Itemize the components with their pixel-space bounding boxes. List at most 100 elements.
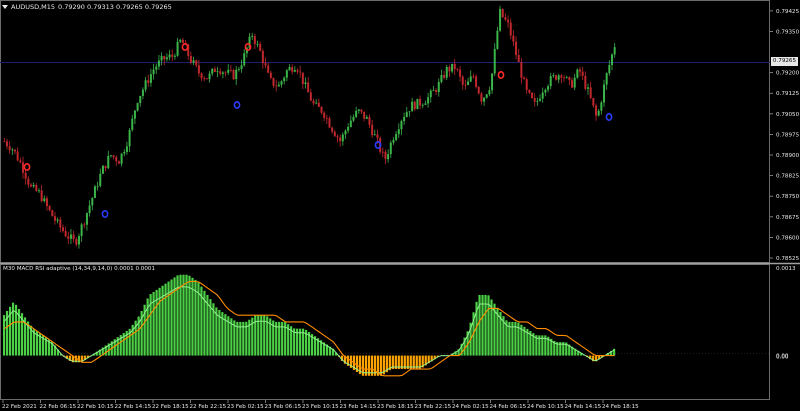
candle-body	[101, 165, 104, 174]
signal-line	[4, 280, 615, 377]
candle-body	[560, 75, 563, 78]
candle-body	[421, 104, 424, 106]
price-axis: 0.79425 0.79350 0.79200 0.79125 0.79050 0.789…	[770, 9, 800, 262]
candle-body	[251, 36, 254, 38]
candle-body	[381, 151, 384, 153]
time-tick-label: 24 Feb 02:15	[452, 404, 489, 410]
candle-body	[453, 63, 456, 70]
time-tick-label: 23 Feb 14:15	[340, 404, 377, 410]
candle-body	[5, 141, 8, 147]
candle-body	[563, 77, 566, 79]
candle-body	[259, 43, 262, 51]
candle-body	[579, 69, 582, 72]
candle-body	[197, 65, 200, 74]
candle-body	[35, 185, 38, 191]
candle-body	[32, 185, 35, 187]
chart-canvas[interactable]: 0.79425 0.79350 0.79200 0.79125 0.79050 0.789…	[0, 0, 800, 411]
symbol-title: AUDUSD,M15	[11, 2, 56, 11]
candle-body	[371, 124, 374, 136]
candle-body	[24, 172, 27, 179]
candle-body	[592, 98, 595, 106]
candle-body	[213, 68, 216, 72]
candle-body	[181, 39, 184, 44]
candle-body	[277, 84, 280, 87]
candle-body	[309, 92, 312, 101]
candle-body	[507, 19, 510, 23]
fractal-down-marker	[605, 113, 613, 122]
price-tick-label: 0.78675	[776, 215, 800, 221]
chart-window[interactable]: AUDUSD,M15 0.79290 0.79313 0.79265 0.792…	[0, 0, 800, 411]
candle-body	[85, 213, 88, 225]
candle-body	[96, 186, 99, 187]
candle-body	[595, 105, 598, 116]
candle-body	[205, 78, 208, 80]
candle-body	[504, 17, 507, 20]
candle-body	[288, 67, 291, 71]
candle-body	[72, 234, 75, 240]
candle-body	[163, 56, 166, 60]
candle-body	[48, 206, 51, 211]
candle-body	[112, 155, 115, 158]
candle-body	[291, 67, 294, 72]
candle-body	[80, 224, 83, 237]
candle-body	[304, 82, 307, 85]
price-tick-label: 0.79200	[776, 71, 800, 77]
candle-body	[541, 92, 544, 99]
candle-body	[344, 130, 347, 135]
current-price-label: 0.79265	[771, 57, 798, 66]
candle-body	[544, 89, 547, 93]
candle-body	[229, 69, 232, 71]
candle-body	[336, 136, 339, 138]
price-tick-label: 0.78600	[776, 235, 800, 241]
candle-body	[203, 78, 206, 80]
candle-body	[243, 53, 246, 66]
candle-body	[320, 106, 323, 113]
candle-body	[13, 149, 16, 152]
chart-title-bar: AUDUSD,M15 0.79290 0.79313 0.79265 0.792…	[2, 1, 172, 12]
candle-body	[208, 73, 211, 80]
candle-body	[467, 81, 470, 85]
candle-body	[232, 70, 235, 80]
candle-body	[411, 101, 414, 112]
candle-body	[88, 205, 91, 214]
candle-body	[483, 97, 486, 102]
candle-body	[59, 219, 62, 228]
candle-body	[515, 41, 518, 56]
candle-body	[195, 60, 198, 66]
candle-body	[149, 74, 152, 83]
candle-body	[427, 97, 430, 104]
price-tick-label: 0.79125	[776, 91, 800, 97]
fractal-up-marker	[244, 42, 252, 51]
candle-body	[355, 110, 358, 117]
candle-series	[3, 5, 616, 249]
candle-body	[493, 48, 496, 74]
candle-body	[328, 118, 331, 128]
candle-body	[141, 89, 144, 96]
dropdown-triangle-icon[interactable]	[2, 4, 8, 9]
candle-body	[64, 231, 67, 237]
fractal-up-marker	[497, 71, 505, 80]
candle-body	[144, 80, 147, 90]
time-tick-label: 22 Feb 18:15	[152, 404, 189, 410]
candle-body	[165, 57, 168, 60]
candle-body	[365, 116, 368, 119]
candle-body	[408, 111, 411, 113]
indicator-tick-label: 0.00	[776, 355, 789, 361]
time-tick-label: 24 Feb 10:15	[527, 404, 564, 410]
candle-body	[587, 87, 590, 89]
candle-body	[317, 102, 320, 107]
price-tick-label: 0.78900	[776, 153, 800, 159]
candle-body	[77, 236, 80, 245]
candle-body	[19, 160, 22, 163]
candle-body	[285, 70, 288, 78]
time-tick-label: 22 Feb 2021	[2, 404, 37, 410]
candle-body	[523, 77, 526, 80]
candle-body	[464, 84, 467, 86]
candle-body	[261, 50, 264, 64]
candle-body	[11, 149, 14, 151]
candle-body	[133, 110, 136, 119]
candle-body	[571, 80, 574, 88]
candle-body	[565, 76, 568, 78]
candle-body	[43, 198, 46, 202]
candle-body	[389, 142, 392, 155]
